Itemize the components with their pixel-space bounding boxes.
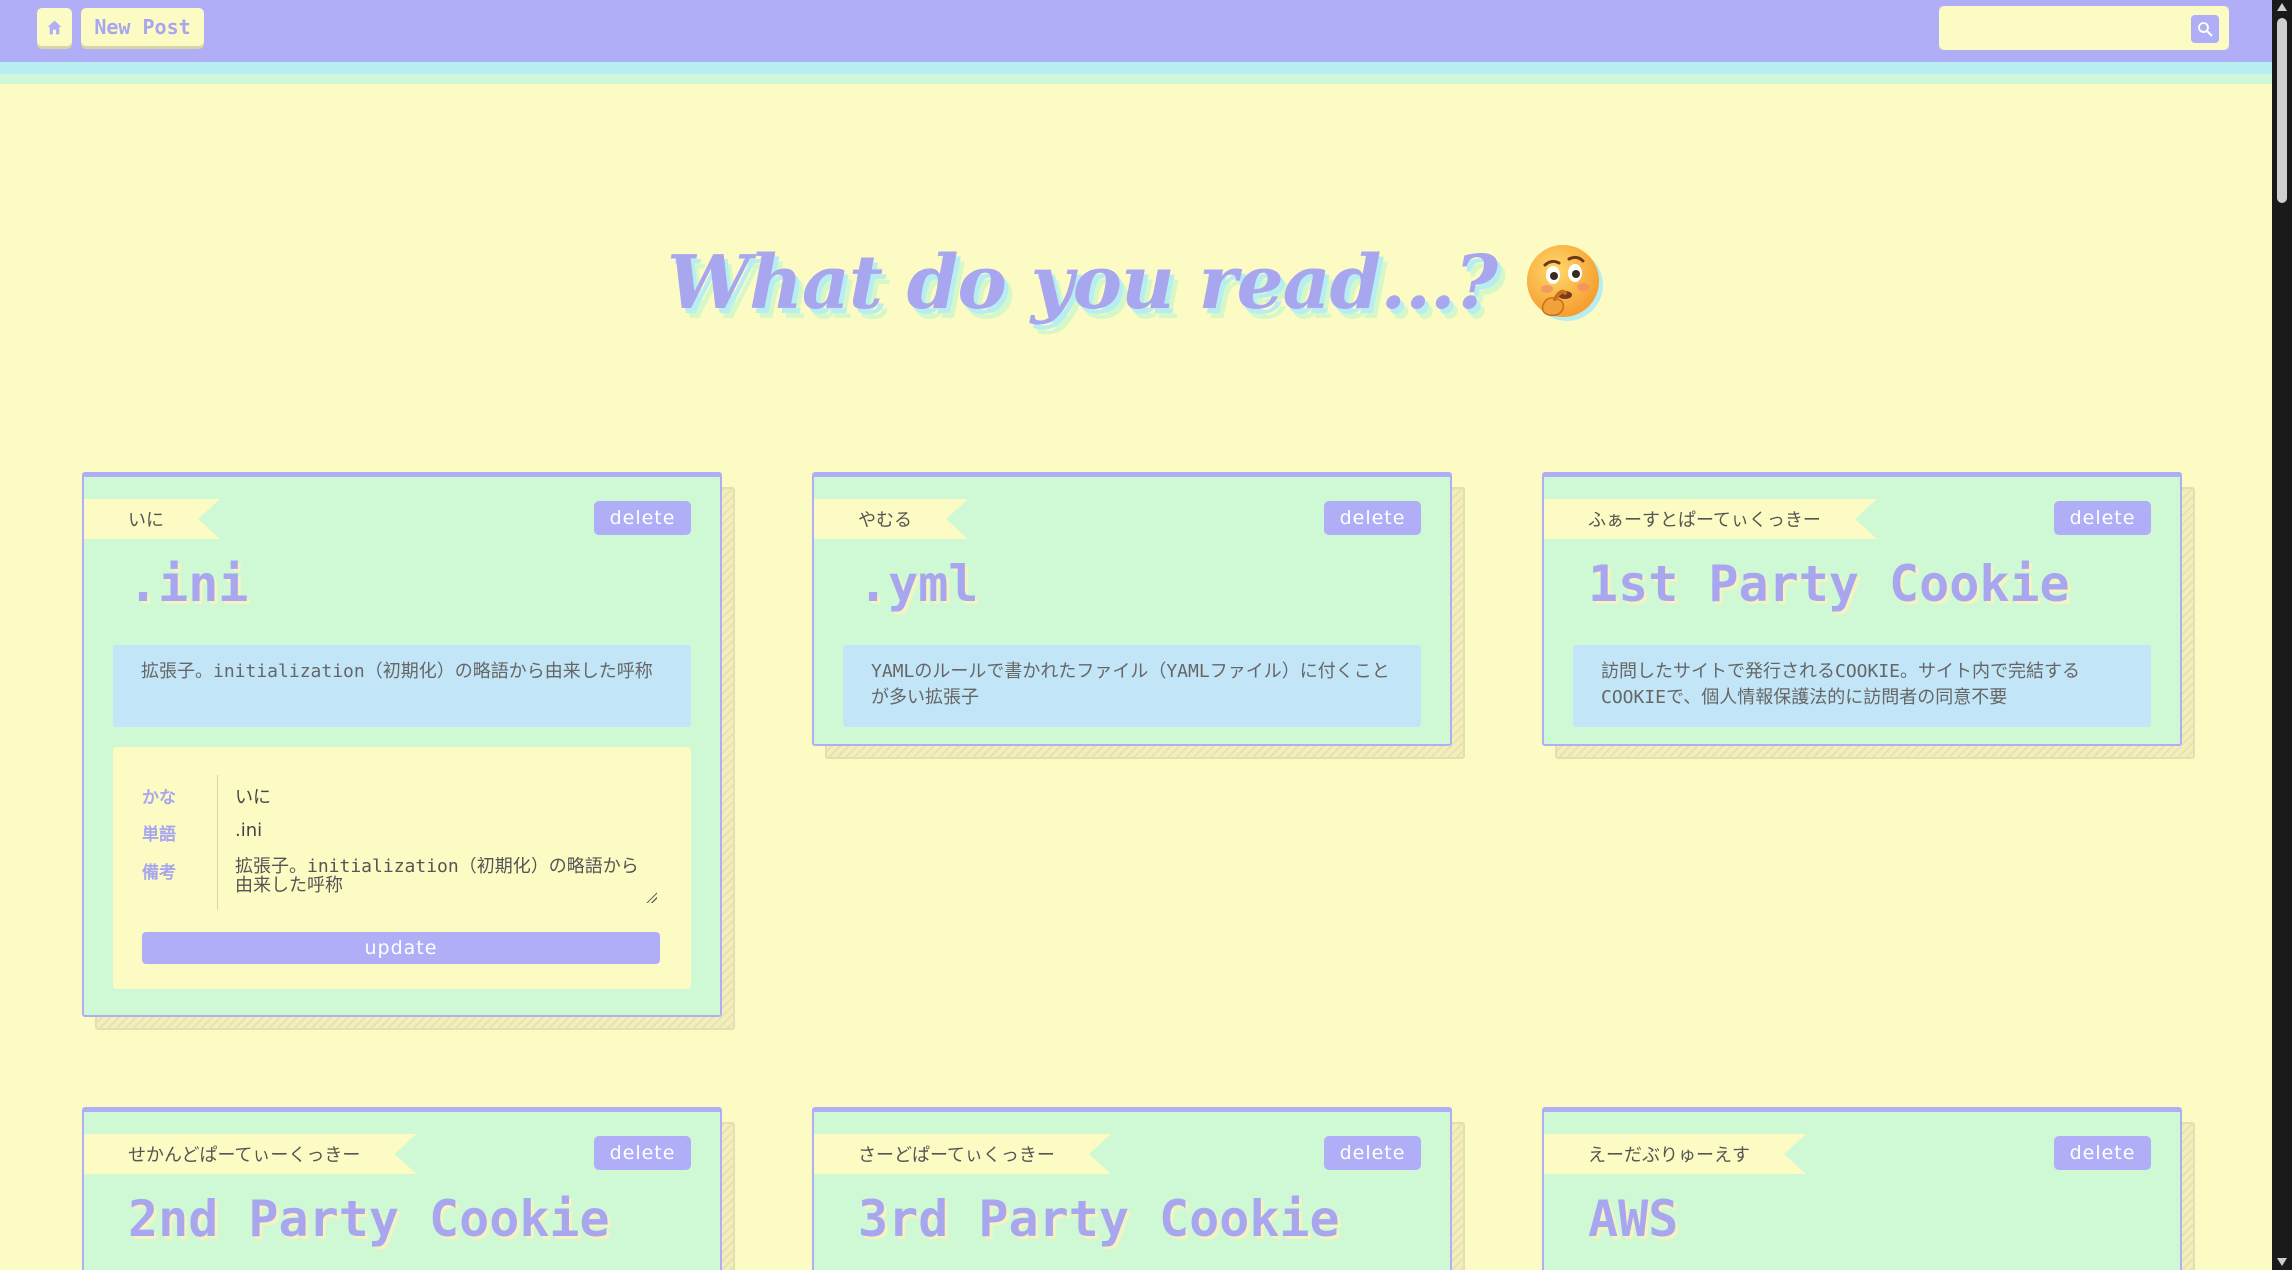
word-card-yml[interactable]: やむる delete .yml YAMLのルールで書かれたファイル（YAMLファ… [812,472,1452,746]
reading-tag: やむる [814,499,968,539]
search-box [1939,6,2229,50]
delete-button[interactable]: delete [594,1136,691,1170]
word-title: .yml [858,555,979,613]
word-title: 2nd Party Cookie [128,1190,610,1248]
delete-button[interactable]: delete [1324,501,1421,535]
word-card-3rd-party-cookie[interactable]: さーどぱーてぃくっきー delete 3rd Party Cookie [812,1107,1452,1270]
word-title: 1st Party Cookie [1588,555,2070,613]
thinking-face-icon [1525,243,1605,323]
scroll-down-arrow[interactable] [2277,1258,2287,1266]
search-input[interactable] [1939,6,2179,50]
label-reading: かな [142,788,176,808]
word-note: YAMLのルールで書かれたファイル（YAMLファイル）に付くことが多い拡張子 [843,645,1421,727]
page-scrollbar[interactable] [2272,0,2292,1270]
delete-button[interactable]: delete [2054,1136,2151,1170]
label-word: 単語 [142,825,176,845]
word-card-aws[interactable]: えーだぶりゅーえす delete AWS [1542,1107,2182,1270]
reading-tag: せかんどぱーてぃーくっきー [84,1134,416,1174]
reading-tag: えーだぶりゅーえす [1544,1134,1806,1174]
search-button[interactable] [2191,15,2219,43]
label-note: 備考 [142,863,176,883]
scroll-up-arrow[interactable] [2277,3,2287,11]
word-title: AWS [1588,1190,1679,1248]
home-icon [47,20,62,34]
top-navbar: New Post [0,0,2272,62]
reading-tag: ふぁーすとぱーてぃくっきー [1544,499,1877,539]
word-card-1st-party-cookie[interactable]: ふぁーすとぱーてぃくっきー delete 1st Party Cookie 訪問… [1542,472,2182,746]
home-button[interactable] [37,8,72,46]
header-stripe [0,62,2272,84]
edit-form: かな 単語 備考 いに .ini 拡張子。initialization（初期化）… [113,747,691,989]
word-note: 訪問したサイトで発行されるCOOKIE。サイト内で完結するCOOKIEで、個人情… [1573,645,2151,727]
reading-tag: いに [84,499,220,539]
delete-button[interactable]: delete [1324,1136,1421,1170]
reading-field[interactable]: いに [235,783,655,809]
scroll-thumb[interactable] [2277,18,2287,203]
reading-tag: さーどぱーてぃくっきー [814,1134,1111,1174]
page-title: What do you read...? [667,240,1498,326]
word-title: .ini [128,555,249,613]
word-field[interactable]: .ini [235,820,655,841]
delete-button[interactable]: delete [2054,501,2151,535]
delete-button[interactable]: delete [594,501,691,535]
note-textarea[interactable]: 拡張子。initialization（初期化）の略語から由来した呼称 [235,857,655,905]
new-post-button[interactable]: New Post [81,8,204,46]
page-title-area: What do you read...? [0,240,2272,326]
textarea-resize-handle[interactable] [645,891,657,903]
word-card-ini[interactable]: いに delete .ini 拡張子。initialization（初期化）の略… [82,472,722,1017]
word-note: 拡張子。initialization（初期化）の略語から由来した呼称 [113,645,691,727]
word-title: 3rd Party Cookie [858,1190,1340,1248]
word-card-2nd-party-cookie[interactable]: せかんどぱーてぃーくっきー delete 2nd Party Cookie [82,1107,722,1270]
update-button[interactable]: update [142,932,660,964]
search-icon [2198,22,2213,37]
